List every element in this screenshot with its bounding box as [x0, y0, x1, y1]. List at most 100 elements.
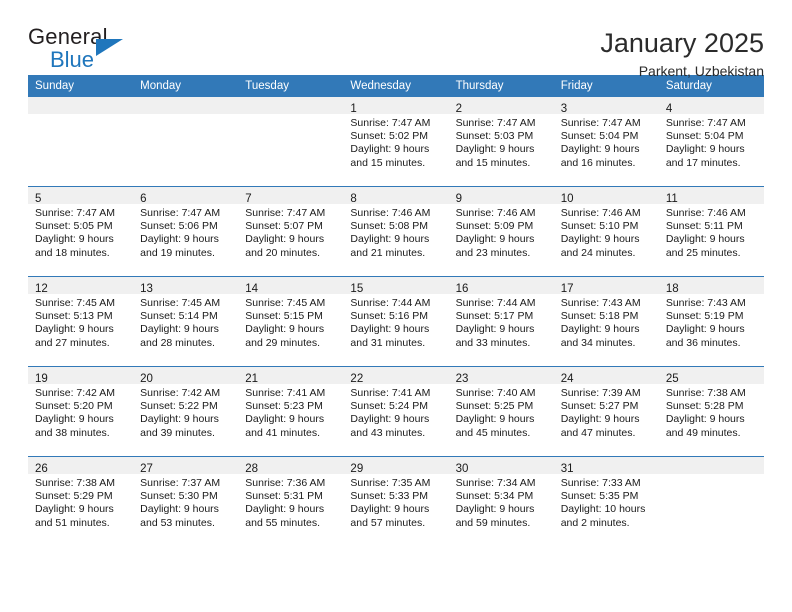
day-number: 26 — [35, 463, 48, 475]
day-cell-content: 22 Sunrise: 7:41 AM Sunset: 5:24 PM Dayligh… — [343, 367, 449, 456]
sunrise-text: Sunrise: 7:46 AM — [455, 207, 536, 219]
calendar-day-cell[interactable]: 25 Sunrise: 7:38 AM Sunset: 5:28 PM Dayligh… — [658, 366, 764, 457]
calendar-day-cell[interactable]: 1 Sunrise: 7:47 AM Sunset: 5:02 PM Daylight… — [343, 97, 449, 187]
daylight-text: Daylight: 9 hours — [560, 413, 640, 426]
day-cell-content: 2 Sunrise: 7:47 AM Sunset: 5:03 PM Daylight… — [448, 97, 554, 186]
calendar-day-cell[interactable]: 14 Sunrise: 7:45 AM Sunset: 5:15 PM Dayligh… — [238, 276, 344, 367]
daylight-text-cont: and 20 minutes. — [245, 246, 320, 259]
calendar-day-cell[interactable]: 2 Sunrise: 7:47 AM Sunset: 5:03 PM Daylight… — [448, 97, 554, 187]
day-cell-content: 17 Sunrise: 7:43 AM Sunset: 5:18 PM Dayligh… — [553, 277, 659, 366]
sunrise-text: Sunrise: 7:47 AM — [35, 207, 115, 219]
daylight-text-cont: and 57 minutes. — [350, 516, 426, 529]
day-cell-content: 27 Sunrise: 7:37 AM Sunset: 5:30 PM Dayligh… — [133, 457, 239, 546]
sunrise-text: Sunrise: 7:44 AM — [350, 297, 431, 309]
calendar-day-cell[interactable]: 16 Sunrise: 7:44 AM Sunset: 5:17 PM Dayligh… — [448, 276, 554, 367]
calendar-day-cell[interactable]: 12 Sunrise: 7:45 AM Sunset: 5:13 PM Dayligh… — [28, 276, 134, 367]
calendar-day-cell[interactable]: 7 Sunrise: 7:47 AM Sunset: 5:07 PM Daylight… — [238, 186, 344, 277]
daylight-text: Daylight: 9 hours — [350, 503, 430, 516]
sunset-text: Sunset: 5:15 PM — [245, 310, 323, 323]
calendar-day-cell[interactable]: 23 Sunrise: 7:40 AM Sunset: 5:25 PM Dayligh… — [448, 366, 554, 457]
calendar-day-cell[interactable]: 3 Sunrise: 7:47 AM Sunset: 5:04 PM Daylight… — [553, 97, 659, 187]
sunrise-text: Sunrise: 7:41 AM — [350, 387, 431, 399]
daylight-text-cont: and 21 minutes. — [350, 246, 426, 259]
daylight-text-cont: and 53 minutes. — [140, 516, 215, 529]
sunset-text: Sunset: 5:03 PM — [455, 130, 534, 143]
sunset-text: Sunset: 5:02 PM — [350, 130, 429, 143]
calendar-day-cell[interactable]: 9 Sunrise: 7:46 AM Sunset: 5:09 PM Daylight… — [448, 186, 554, 277]
day-sun-info: Sunrise: 7:38 AM Sunset: 5:29 PM Daylight:… — [28, 474, 133, 530]
calendar-day-cell[interactable]: 4 Sunrise: 7:47 AM Sunset: 5:04 PM Daylight… — [658, 97, 764, 187]
daylight-text: Daylight: 9 hours — [455, 233, 535, 246]
sunrise-text: Sunrise: 7:47 AM — [560, 117, 641, 129]
calendar-day-cell[interactable]: 31 Sunrise: 7:33 AM Sunset: 5:35 PM Dayligh… — [553, 456, 659, 546]
daylight-text-cont: and 15 minutes. — [455, 156, 531, 169]
calendar-day-cell[interactable]: 6 Sunrise: 7:47 AM Sunset: 5:06 PM Daylight… — [133, 186, 239, 277]
sunrise-text: Sunrise: 7:44 AM — [455, 297, 536, 309]
calendar-day-cell[interactable]: 30 Sunrise: 7:34 AM Sunset: 5:34 PM Dayligh… — [448, 456, 554, 546]
daylight-text-cont: and 23 minutes. — [455, 246, 531, 259]
calendar-day-cell[interactable]: 19 Sunrise: 7:42 AM Sunset: 5:20 PM Dayligh… — [28, 366, 134, 457]
calendar-day-cell[interactable]: 15 Sunrise: 7:44 AM Sunset: 5:16 PM Dayligh… — [343, 276, 449, 367]
sunset-text: Sunset: 5:24 PM — [350, 400, 429, 413]
day-number-strip: 8 — [343, 187, 449, 205]
sunrise-text: Sunrise: 7:33 AM — [560, 477, 641, 489]
day-cell-content — [238, 97, 344, 186]
calendar-day-cell[interactable]: 21 Sunrise: 7:41 AM Sunset: 5:23 PM Dayligh… — [238, 366, 344, 457]
day-number: 31 — [560, 463, 574, 475]
daylight-text-cont: and 38 minutes. — [35, 426, 110, 439]
calendar-day-cell[interactable]: 26 Sunrise: 7:38 AM Sunset: 5:29 PM Dayligh… — [28, 456, 134, 546]
daylight-text: Daylight: 9 hours — [560, 233, 640, 246]
calendar-day-cell[interactable]: 20 Sunrise: 7:42 AM Sunset: 5:22 PM Dayligh… — [133, 366, 239, 457]
sunset-text: Sunset: 5:05 PM — [35, 220, 113, 233]
daylight-text: Daylight: 9 hours — [245, 413, 325, 426]
calendar-day-cell[interactable]: 8 Sunrise: 7:46 AM Sunset: 5:08 PM Daylight… — [343, 186, 449, 277]
day-number-strip: 17 — [553, 277, 659, 295]
sunrise-text: Sunrise: 7:47 AM — [455, 117, 536, 129]
day-sun-info: Sunrise: 7:39 AM Sunset: 5:27 PM Daylight:… — [554, 384, 659, 440]
day-sun-info: Sunrise: 7:43 AM Sunset: 5:18 PM Daylight:… — [554, 294, 659, 350]
sunrise-text: Sunrise: 7:38 AM — [35, 477, 115, 489]
calendar-day-cell[interactable]: 27 Sunrise: 7:37 AM Sunset: 5:30 PM Dayligh… — [133, 456, 239, 546]
day-number-strip: 23 — [448, 367, 554, 385]
day-cell-content: 19 Sunrise: 7:42 AM Sunset: 5:20 PM Dayligh… — [28, 367, 134, 456]
day-number-strip: 26 — [28, 457, 134, 475]
calendar-day-cell[interactable]: 29 Sunrise: 7:35 AM Sunset: 5:33 PM Dayligh… — [343, 456, 449, 546]
sunset-text: Sunset: 5:34 PM — [455, 490, 534, 503]
calendar-day-cell[interactable]: 24 Sunrise: 7:39 AM Sunset: 5:27 PM Dayligh… — [553, 366, 659, 457]
calendar-day-cell[interactable]: 18 Sunrise: 7:43 AM Sunset: 5:19 PM Dayligh… — [658, 276, 764, 367]
day-sun-info: Sunrise: 7:42 AM Sunset: 5:22 PM Daylight:… — [133, 384, 238, 440]
day-sun-info: Sunrise: 7:46 AM Sunset: 5:08 PM Daylight:… — [343, 204, 448, 260]
day-sun-info: Sunrise: 7:44 AM Sunset: 5:17 PM Daylight:… — [449, 294, 554, 350]
daylight-text: Daylight: 9 hours — [245, 323, 325, 336]
day-cell-content: 8 Sunrise: 7:46 AM Sunset: 5:08 PM Daylight… — [343, 187, 449, 276]
day-number: 20 — [140, 373, 153, 385]
calendar-day-cell[interactable]: 5 Sunrise: 7:47 AM Sunset: 5:05 PM Daylight… — [28, 186, 134, 277]
day-number: 18 — [665, 283, 679, 295]
daylight-text-cont: and 34 minutes. — [560, 336, 636, 349]
day-cell-content: 4 Sunrise: 7:47 AM Sunset: 5:04 PM Daylight… — [658, 97, 764, 186]
day-number: 12 — [35, 283, 48, 295]
sunrise-text: Sunrise: 7:34 AM — [455, 477, 536, 489]
calendar-day-cell[interactable]: 22 Sunrise: 7:41 AM Sunset: 5:24 PM Dayligh… — [343, 366, 449, 457]
calendar-day-cell[interactable]: 17 Sunrise: 7:43 AM Sunset: 5:18 PM Dayligh… — [553, 276, 659, 367]
calendar-day-cell[interactable]: 10 Sunrise: 7:46 AM Sunset: 5:10 PM Dayligh… — [553, 186, 659, 277]
daylight-text-cont: and 15 minutes. — [350, 156, 426, 169]
daylight-text-cont: and 29 minutes. — [245, 336, 320, 349]
daylight-text: Daylight: 9 hours — [140, 413, 219, 426]
sunset-text: Sunset: 5:33 PM — [350, 490, 429, 503]
weekday-header-wednesday: Wednesday — [343, 75, 449, 97]
calendar-day-cell[interactable]: 28 Sunrise: 7:36 AM Sunset: 5:31 PM Dayligh… — [238, 456, 344, 546]
day-number: 17 — [560, 283, 574, 295]
sunrise-text: Sunrise: 7:41 AM — [245, 387, 326, 399]
daylight-text-cont: and 2 minutes. — [560, 516, 630, 529]
general-blue-logo[interactable]: General Blue — [28, 26, 143, 72]
calendar-day-cell[interactable]: 13 Sunrise: 7:45 AM Sunset: 5:14 PM Dayligh… — [133, 276, 239, 367]
day-sun-info: Sunrise: 7:47 AM Sunset: 5:04 PM Daylight:… — [554, 114, 659, 170]
sunrise-text: Sunrise: 7:37 AM — [140, 477, 221, 489]
day-cell-content: 24 Sunrise: 7:39 AM Sunset: 5:27 PM Dayligh… — [553, 367, 659, 456]
daylight-text: Daylight: 9 hours — [455, 503, 535, 516]
sunrise-text: Sunrise: 7:43 AM — [560, 297, 641, 309]
calendar-week-row: 1 Sunrise: 7:47 AM Sunset: 5:02 PM Daylight… — [28, 97, 764, 187]
calendar-day-cell[interactable]: 11 Sunrise: 7:46 AM Sunset: 5:11 PM Dayligh… — [658, 186, 764, 277]
day-sun-info: Sunrise: 7:46 AM Sunset: 5:10 PM Daylight:… — [554, 204, 659, 260]
